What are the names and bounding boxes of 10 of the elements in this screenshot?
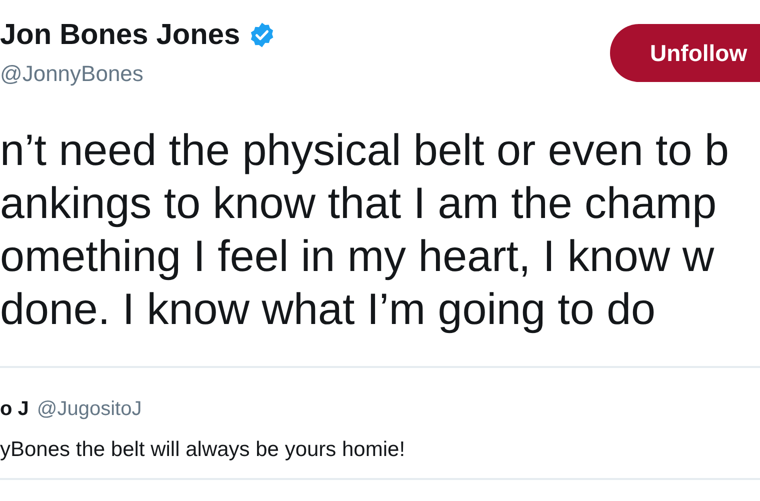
tweet-text-line: omething I feel in my heart, I know w <box>0 231 714 283</box>
tweet-text-line: done. I know what I’m going to do <box>0 284 656 336</box>
author-handle: @JonnyBones <box>0 60 144 88</box>
author-name: Jon Bones Jones <box>0 18 240 52</box>
tweet-text-line: n’t need the physical belt or even to b <box>0 125 729 177</box>
unfollow-button[interactable]: Unfollow <box>610 24 760 82</box>
tweet-text-line: ankings to know that I am the champ <box>0 178 717 230</box>
quoted-author-handle: @JugositoJ <box>36 397 142 422</box>
quoted-tweet-text: yBones the belt will always be yours homie! <box>0 437 406 463</box>
quoted-author-name: o J <box>0 397 29 422</box>
